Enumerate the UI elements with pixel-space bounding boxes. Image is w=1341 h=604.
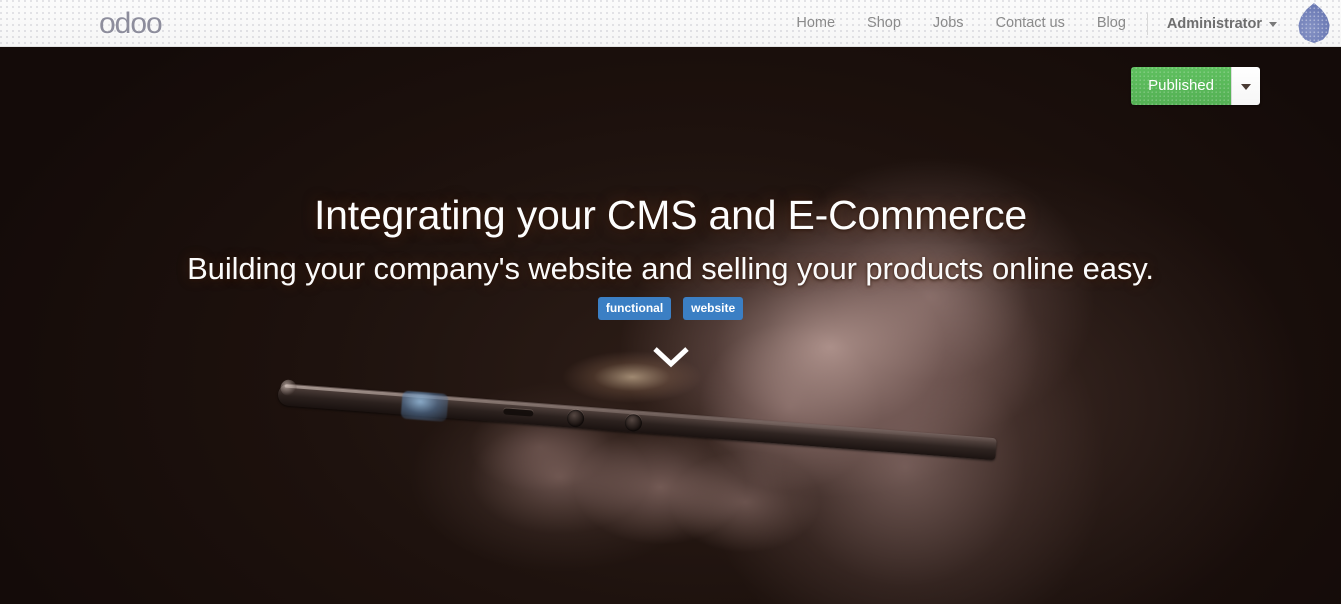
nav-item-shop[interactable]: Shop [851,0,917,47]
nav-divider [1146,12,1148,35]
publish-dropdown-button[interactable] [1231,67,1260,105]
tag-website[interactable]: website [683,297,744,320]
nav-item-jobs[interactable]: Jobs [917,0,980,47]
page-subtitle: Building your company's website and sell… [187,251,1154,286]
chevron-down-icon [652,347,689,368]
user-menu[interactable]: Administrator [1153,16,1289,32]
scroll-down-button[interactable] [651,344,691,370]
user-avatar-droplet-icon [1298,3,1330,43]
odoo-logo[interactable]: odoo [99,9,163,39]
caret-down-icon [1241,84,1251,90]
publish-button-group: Published [1131,67,1260,105]
nav-item-blog[interactable]: Blog [1081,0,1142,47]
tag-list: functional website [0,297,1341,320]
hero-cover: Integrating your CMS and E-Commerce Buil… [0,47,1341,604]
chevron-down-icon [1269,22,1277,27]
user-menu-label: Administrator [1166,15,1262,32]
avatar[interactable] [1297,3,1331,43]
main-navigation: Home Shop Jobs Contact us Blog Administr… [780,0,1289,47]
nav-item-contact-us[interactable]: Contact us [980,0,1081,47]
page-title: Integrating your CMS and E-Commerce [313,192,1028,238]
publish-status-button[interactable]: Published [1131,67,1231,105]
top-navbar: odoo Home Shop Jobs Contact us Blog Admi… [0,0,1341,47]
nav-item-home[interactable]: Home [780,0,851,47]
tag-functional[interactable]: functional [597,297,672,320]
